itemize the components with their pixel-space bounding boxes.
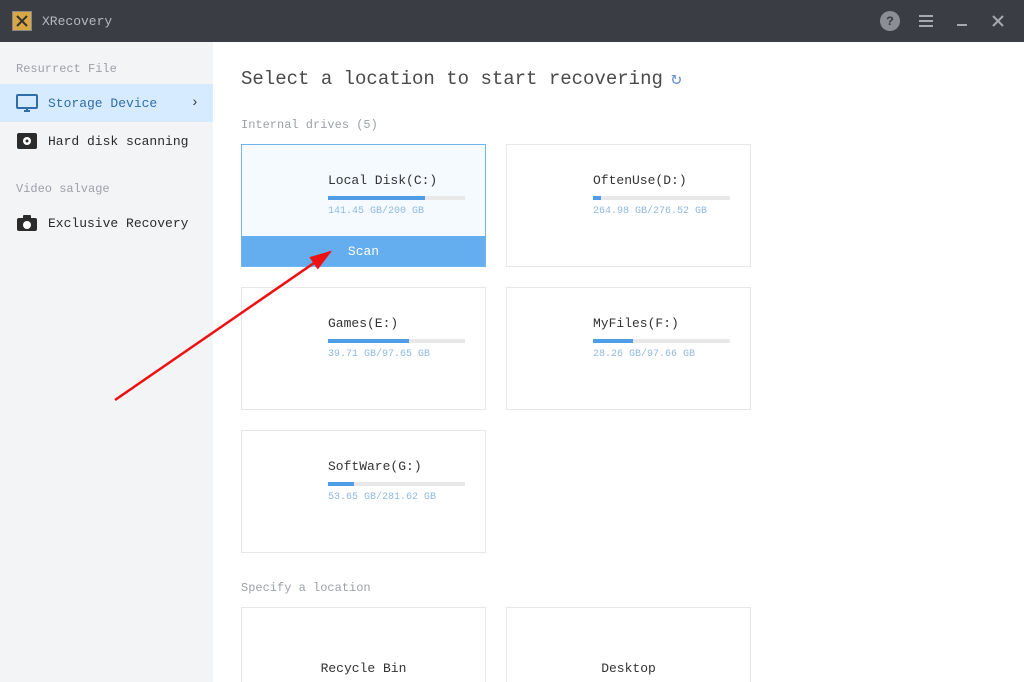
drive-size: 53.65 GB/281.62 GB [328,492,465,503]
disk-scan-icon [16,132,38,150]
drive-size: 264.98 GB/276.52 GB [593,206,730,217]
minimize-icon [955,14,969,28]
drive-card[interactable]: SoftWare(G:) 53.65 GB/281.62 GB [241,430,486,553]
titlebar: XRecovery ? [0,0,1024,42]
drive-usage-bar [593,339,730,343]
close-icon [991,14,1005,28]
scan-button[interactable]: Scan [242,236,485,266]
drive-name: Local Disk(C:) [328,173,465,188]
locations-section-label: Specify a location [241,581,996,595]
sidebar-item-label: Storage Device [48,96,157,111]
sidebar-item-label: Hard disk scanning [48,134,188,149]
refresh-icon[interactable]: ↻ [671,68,682,90]
sidebar-section-resurrect: Resurrect File [0,54,213,84]
drive-card[interactable]: MyFiles(F:) 28.26 GB/97.66 GB [506,287,751,410]
drive-name: SoftWare(G:) [328,459,465,474]
location-card[interactable]: Desktop [506,607,751,682]
drive-usage-bar [328,482,465,486]
drive-card[interactable]: OftenUse(D:) 264.98 GB/276.52 GB [506,144,751,267]
drive-size: 141.45 GB/200 GB [328,206,465,217]
drive-name: OftenUse(D:) [593,173,730,188]
help-icon: ? [880,11,900,31]
drive-name: MyFiles(F:) [593,316,730,331]
minimize-button[interactable] [948,7,976,35]
chevron-right-icon: › [191,95,199,111]
page-title: Select a location to start recovering ↻ [241,68,996,90]
sidebar-item-storage-device[interactable]: Storage Device › [0,84,213,122]
main-content: Select a location to start recovering ↻ … [213,42,1024,682]
hamburger-icon [918,14,934,28]
drive-usage-bar [328,339,465,343]
drive-usage-bar [328,196,465,200]
sidebar-item-exclusive-recovery[interactable]: Exclusive Recovery [0,204,213,242]
drive-usage-bar [593,196,730,200]
sidebar-item-label: Exclusive Recovery [48,216,188,231]
help-button[interactable]: ? [876,7,904,35]
drive-grid: Local Disk(C:) 141.45 GB/200 GB Scan OftenU… [241,144,996,553]
drive-size: 39.71 GB/97.65 GB [328,349,465,360]
app-title: XRecovery [42,14,112,29]
drive-card[interactable]: Local Disk(C:) 141.45 GB/200 GB Scan [241,144,486,267]
monitor-icon [16,94,38,112]
sidebar-section-video: Video salvage [0,174,213,204]
sidebar-item-hard-disk-scanning[interactable]: Hard disk scanning [0,122,213,160]
location-card[interactable]: Recycle Bin [241,607,486,682]
camera-icon [16,214,38,232]
drive-size: 28.26 GB/97.66 GB [593,349,730,360]
menu-button[interactable] [912,7,940,35]
drives-section-label: Internal drives (5) [241,118,996,132]
drive-name: Games(E:) [328,316,465,331]
location-grid: Recycle BinDesktopSelect Folder [241,607,996,682]
drive-card[interactable]: Games(E:) 39.71 GB/97.65 GB [241,287,486,410]
app-logo-icon [12,11,32,31]
close-button[interactable] [984,7,1012,35]
sidebar: Resurrect File Storage Device › Hard dis… [0,42,213,682]
